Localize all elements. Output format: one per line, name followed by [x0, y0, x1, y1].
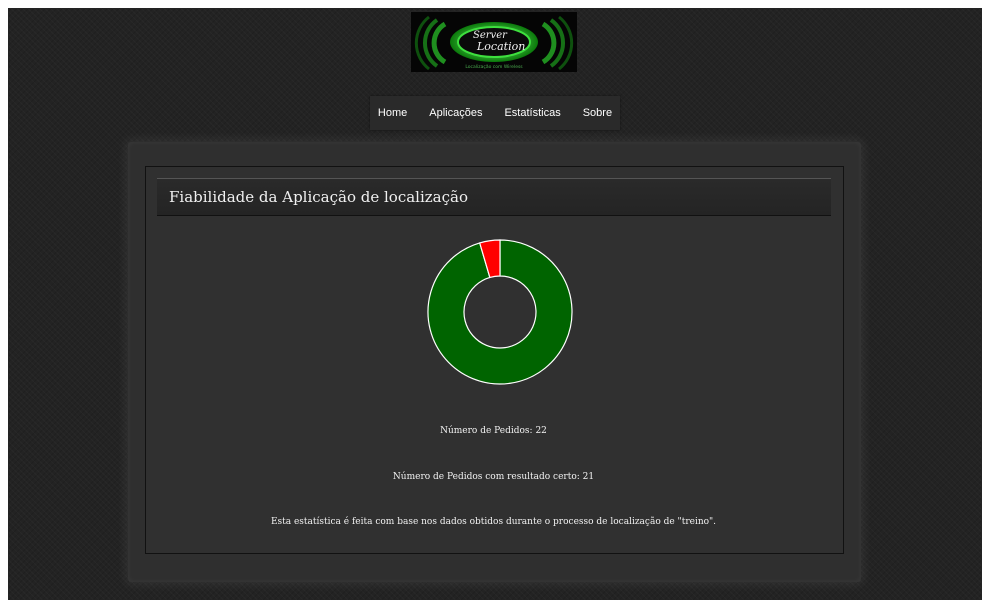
main-nav: Home Aplicações Estatísticas Sobre — [370, 96, 620, 130]
statistic-note-text: Esta estatística é feita com base nos da… — [270, 517, 717, 527]
nav-estatisticas[interactable]: Estatísticas — [493, 96, 571, 130]
server-location-logo[interactable]: Server Location Localização com Wireless — [411, 12, 577, 72]
nav-sobre[interactable]: Sobre — [572, 96, 623, 130]
logo-text-line2: Location — [476, 40, 525, 53]
correct-requests-text: Número de Pedidos com resultado certo: 2… — [392, 472, 595, 482]
nav-aplicacoes[interactable]: Aplicações — [418, 96, 493, 130]
reliability-donut-chart — [427, 239, 573, 385]
logo-tagline: Localização com Wireless — [465, 64, 523, 70]
panel-title: Fiabilidade da Aplicação de localização — [169, 188, 468, 206]
nav-home[interactable]: Home — [367, 96, 418, 130]
total-requests-text: Número de Pedidos: 22 — [440, 426, 547, 436]
logo-graphic: Server Location Localização com Wireless — [414, 15, 574, 71]
panel-header: Fiabilidade da Aplicação de localização — [157, 178, 831, 216]
